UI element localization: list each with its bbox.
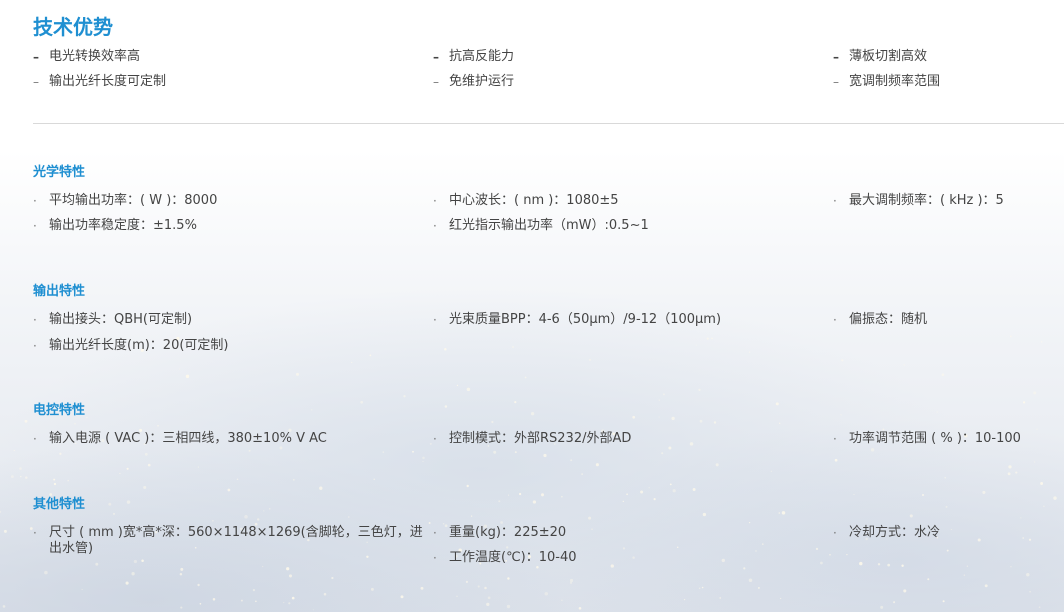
dash-bullet-icon: – <box>433 50 439 64</box>
dot-bullet-icon: · <box>833 194 837 208</box>
spec-text: 冷却方式：水冷 <box>849 525 941 540</box>
spec-item: · 尺寸 ( mm )宽*高*深：560×1148×1269(含脚轮，三色灯，进… <box>33 525 433 557</box>
spec-item: · 冷却方式：水冷 <box>833 525 940 541</box>
spec-text: 红光指示输出功率（mW）:0.5~1 <box>449 218 649 233</box>
advantage-text: 薄板切割高效 <box>849 49 928 64</box>
advantage-text: 电光转换效率高 <box>49 49 141 64</box>
spec-item: · 偏振态：随机 <box>833 312 927 328</box>
spec-text: 偏振态：随机 <box>849 312 928 327</box>
spec-text: 光束质量BPP：4-6（50μm）/9-12（100μm) <box>449 312 722 327</box>
advantage-item: – 输出光纤长度可定制 <box>33 74 166 90</box>
dot-bullet-icon: · <box>433 432 437 446</box>
spec-item: · 中心波长：( nm )：1080±5 <box>433 193 619 209</box>
spec-text: 工作温度(℃)：10-40 <box>449 550 577 565</box>
spec-item: · 输出光纤长度(m)：20(可定制) <box>33 338 229 354</box>
spec-text: 尺寸 ( mm )宽*高*深：560×1148×1269(含脚轮，三色灯，进出水… <box>49 525 423 556</box>
dot-bullet-icon: · <box>833 313 837 327</box>
section-divider <box>33 123 1064 124</box>
spec-text: 功率调节范围 ( % )：10-100 <box>849 431 1021 446</box>
dash-bullet-icon: – <box>833 75 839 89</box>
spec-item: · 控制模式：外部RS232/外部AD <box>433 431 631 447</box>
dot-bullet-icon: · <box>33 313 37 327</box>
section-title-optical: 光学特性 <box>33 165 86 180</box>
advantage-text: 抗高反能力 <box>449 49 515 64</box>
dot-bullet-icon: · <box>433 526 437 540</box>
spec-text: 输出接头：QBH(可定制) <box>49 312 193 327</box>
spec-item: · 光束质量BPP：4-6（50μm）/9-12（100μm) <box>433 312 721 328</box>
section-title-other: 其他特性 <box>33 497 86 512</box>
dash-bullet-icon: – <box>33 75 39 89</box>
dot-bullet-icon: · <box>833 526 837 540</box>
advantage-text: 宽调制频率范围 <box>849 74 941 89</box>
advantage-text: 免维护运行 <box>449 74 515 89</box>
dash-bullet-icon: – <box>33 50 39 64</box>
advantage-item: – 电光转换效率高 <box>33 49 140 65</box>
dot-bullet-icon: · <box>433 551 437 565</box>
advantage-item: – 薄板切割高效 <box>833 49 927 65</box>
dot-bullet-icon: · <box>33 194 37 208</box>
dash-bullet-icon: – <box>433 75 439 89</box>
spec-text: 输出功率稳定度：±1.5% <box>49 218 197 233</box>
advantage-item: – 免维护运行 <box>433 74 514 90</box>
spec-item: · 最大调制频率：( kHz )：5 <box>833 193 1004 209</box>
dot-bullet-icon: · <box>33 219 37 233</box>
spec-text: 最大调制频率：( kHz )：5 <box>849 193 1004 208</box>
spec-text: 输入电源 ( VAC )：三相四线，380±10% V AC <box>49 431 327 446</box>
spec-item: · 红光指示输出功率（mW）:0.5~1 <box>433 218 649 234</box>
dot-bullet-icon: · <box>433 219 437 233</box>
dot-bullet-icon: · <box>33 526 37 540</box>
dot-bullet-icon: · <box>833 432 837 446</box>
dot-bullet-icon: · <box>33 339 37 353</box>
spec-text: 控制模式：外部RS232/外部AD <box>449 431 632 446</box>
spec-item: · 重量(kg)：225±20 <box>433 525 566 541</box>
spec-text: 平均输出功率：( W )：8000 <box>49 193 218 208</box>
spec-item: · 工作温度(℃)：10-40 <box>433 550 577 566</box>
dot-bullet-icon: · <box>33 432 37 446</box>
spec-item: · 平均输出功率：( W )：8000 <box>33 193 217 209</box>
dash-bullet-icon: – <box>833 50 839 64</box>
spec-item: · 输出功率稳定度：±1.5% <box>33 218 197 234</box>
advantage-text: 输出光纤长度可定制 <box>49 74 167 89</box>
spec-text: 输出光纤长度(m)：20(可定制) <box>49 338 229 353</box>
advantage-item: – 宽调制频率范围 <box>833 74 940 90</box>
dot-bullet-icon: · <box>433 313 437 327</box>
section-title-electrical: 电控特性 <box>33 403 86 418</box>
spec-text: 重量(kg)：225±20 <box>449 525 567 540</box>
spec-item: · 功率调节范围 ( % )：10-100 <box>833 431 1021 447</box>
section-title-output: 输出特性 <box>33 284 86 299</box>
advantage-item: – 抗高反能力 <box>433 49 514 65</box>
spec-item: · 输出接头：QBH(可定制) <box>33 312 192 328</box>
spec-text: 中心波长：( nm )：1080±5 <box>449 193 619 208</box>
dot-bullet-icon: · <box>433 194 437 208</box>
spec-item: · 输入电源 ( VAC )：三相四线，380±10% V AC <box>33 431 327 447</box>
page-title: 技术优势 <box>33 15 113 39</box>
